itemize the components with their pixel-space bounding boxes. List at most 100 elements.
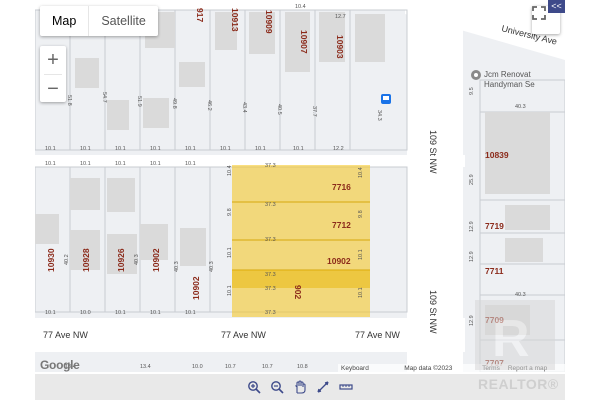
- house-number: 10909: [264, 10, 274, 34]
- house-number: 10902: [151, 248, 161, 272]
- dim: 10.1: [255, 146, 266, 152]
- dim: 10.8: [297, 364, 308, 370]
- dim: 10.1: [227, 247, 233, 258]
- fullscreen-icon: [532, 6, 546, 20]
- dim: 37.3: [265, 286, 276, 292]
- house-number: 7719: [485, 221, 504, 231]
- dim: 10.1: [220, 146, 231, 152]
- house-number: 10926: [116, 248, 126, 272]
- dim: 10.1: [227, 285, 233, 296]
- dim: 12.2: [333, 146, 344, 152]
- dim: 51.9: [136, 96, 142, 107]
- house-number: 10903: [335, 35, 345, 59]
- map-type-map-button[interactable]: Map: [40, 6, 88, 36]
- dim: 10.0: [192, 364, 203, 370]
- st-109-bottom-label: 109 St NW: [428, 290, 438, 334]
- map-frame: 109 St NW 109 St NW University Ave 77 Av…: [0, 0, 600, 400]
- dim: 10.1: [150, 161, 161, 167]
- dim: 10.4: [227, 165, 233, 176]
- zoom-out-button[interactable]: −: [40, 75, 66, 103]
- toolbar-zoom-in-icon[interactable]: [246, 379, 262, 395]
- st-109-top-label: 109 St NW: [428, 130, 438, 174]
- house-number: 10902: [191, 276, 201, 300]
- dim: 9.8: [227, 208, 233, 216]
- house-number: 10902: [327, 256, 351, 266]
- house-number: 902: [293, 285, 303, 299]
- dim: 10.1: [150, 146, 161, 152]
- realtor-watermark-text: REALTOR®: [478, 376, 559, 392]
- dim: 10.1: [80, 146, 91, 152]
- dim: 34.3: [376, 110, 382, 121]
- dim: 25.9: [469, 174, 475, 185]
- ave-77-right-label: 77 Ave NW: [355, 330, 400, 340]
- dim: 10.1: [45, 161, 56, 167]
- dim: 37.7: [311, 106, 317, 117]
- dim: 37.3: [265, 310, 276, 316]
- dim: 10.1: [185, 310, 196, 316]
- dim: 10.4: [295, 4, 306, 10]
- keyboard-shortcuts-link[interactable]: Keyboard shortcuts: [341, 364, 396, 372]
- dim: 37.3: [265, 237, 276, 243]
- map-data-text: Map data ©2023 Google: [404, 365, 453, 372]
- house-number: 10839: [485, 150, 509, 160]
- house-number: 7711: [485, 266, 504, 276]
- toolbar-measure-icon[interactable]: [315, 379, 331, 395]
- toolbar-ruler-icon[interactable]: [338, 379, 354, 395]
- dim: 40.5: [276, 104, 282, 115]
- dim: 37.3: [265, 272, 276, 278]
- dim: 10.1: [115, 161, 126, 167]
- dim: 9.8: [358, 210, 364, 218]
- dim: 10.0: [80, 310, 91, 316]
- house-number: 7712: [332, 220, 351, 230]
- dim: 49.8: [171, 98, 177, 109]
- dim: 51.8: [66, 95, 72, 106]
- dim: 43.4: [241, 102, 247, 113]
- house-number: 10930: [46, 248, 56, 272]
- dim: 13.4: [140, 364, 151, 370]
- house-number: 10913: [230, 8, 240, 32]
- ave-77-left-label: 77 Ave NW: [43, 330, 88, 340]
- dim: 37.3: [265, 202, 276, 208]
- dim: 37.3: [265, 163, 276, 169]
- transit-icon[interactable]: [381, 94, 391, 104]
- dim: 40.3: [209, 261, 215, 272]
- ave-77-mid-label: 77 Ave NW: [221, 330, 266, 340]
- zoom-in-button[interactable]: +: [40, 46, 66, 74]
- dim: 10.1: [358, 287, 364, 298]
- dim: 54.7: [101, 92, 107, 103]
- dim: 10.1: [293, 146, 304, 152]
- dim: 12.9: [469, 221, 475, 232]
- house-number: 10928: [81, 248, 91, 272]
- dim: 40.3: [134, 254, 140, 265]
- dim: 10.1: [45, 146, 56, 152]
- dim: 10.1: [80, 161, 91, 167]
- map-type-satellite-button[interactable]: Satellite: [89, 6, 157, 36]
- house-number: 10907: [299, 30, 309, 54]
- dim: 40.3: [515, 104, 526, 110]
- house-number: 917: [195, 8, 205, 22]
- dim: 10.4: [358, 167, 364, 178]
- dim: 10.7: [225, 364, 236, 370]
- collapse-button[interactable]: <<: [548, 0, 565, 13]
- poi-name-line1: Jcm Renovat: [484, 70, 531, 79]
- dim: 10.7: [262, 364, 273, 370]
- dim: 40.3: [515, 292, 526, 298]
- dim: 10.1: [115, 146, 126, 152]
- dim: 10.1: [115, 310, 126, 316]
- dim: 40.2: [64, 254, 70, 265]
- house-number: 7716: [332, 182, 351, 192]
- poi-name-line2: Handyman Se: [484, 80, 535, 89]
- dim: 10.1: [185, 146, 196, 152]
- dim: 10.1: [45, 310, 56, 316]
- svg-text:R: R: [492, 310, 530, 368]
- dim: 10.1: [185, 161, 196, 167]
- dim: 12.9: [469, 251, 475, 262]
- dim: 10.1: [358, 249, 364, 260]
- poi-pin-icon[interactable]: [471, 70, 481, 80]
- zoom-control: + −: [40, 46, 66, 102]
- dim: 46.2: [206, 100, 212, 111]
- dim: 9.5: [469, 87, 475, 95]
- map-type-control: Map Satellite: [40, 6, 158, 36]
- toolbar-pan-icon[interactable]: [292, 379, 308, 395]
- toolbar-zoom-out-icon[interactable]: [269, 379, 285, 395]
